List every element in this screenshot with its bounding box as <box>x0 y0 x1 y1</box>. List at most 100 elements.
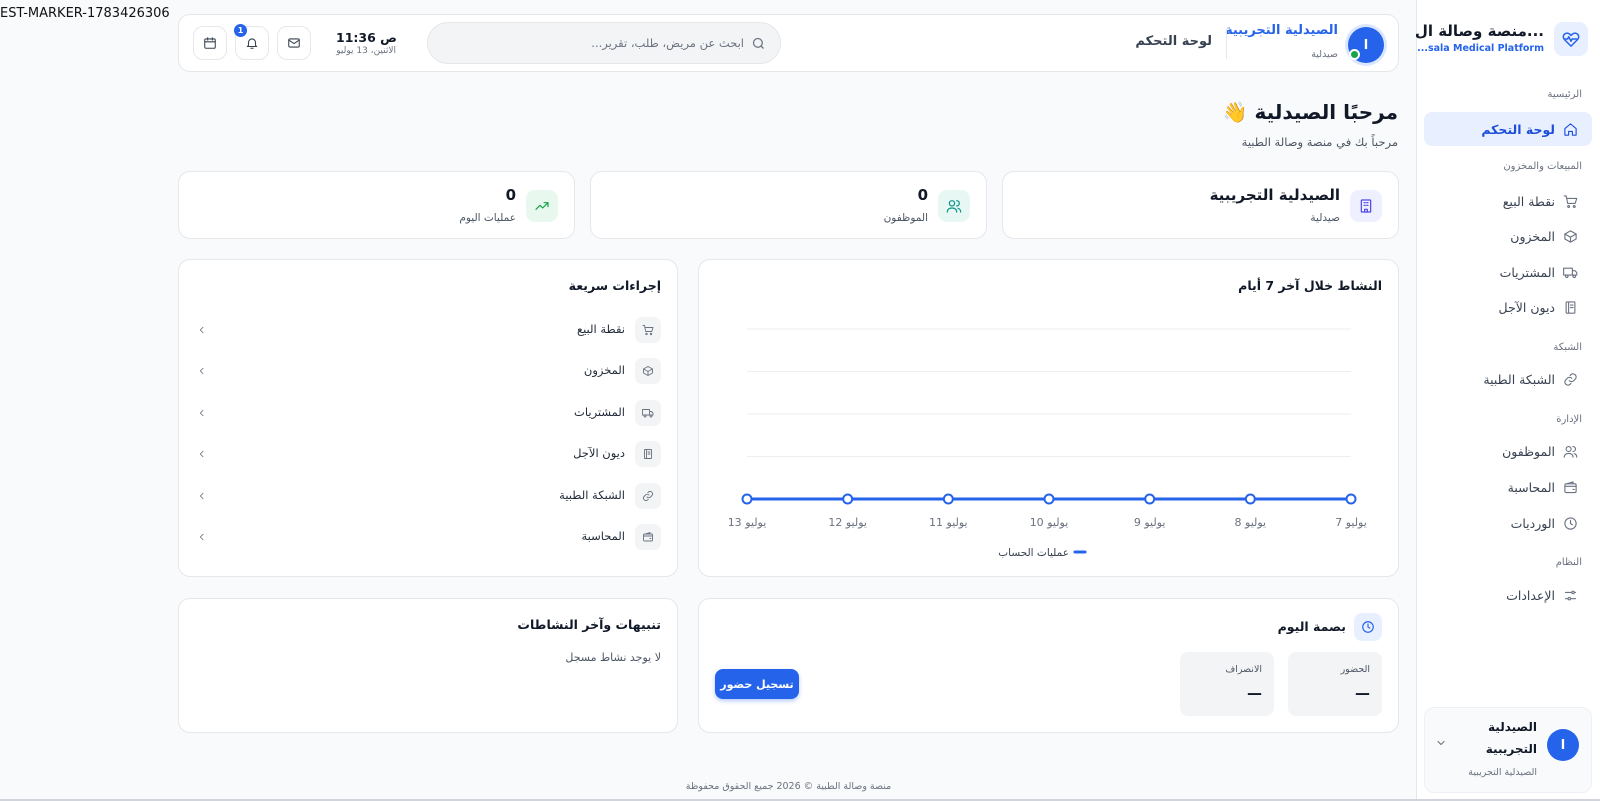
sidebar-item-employees[interactable]: الموظفون <box>1424 434 1592 468</box>
sidebar-item-label: نقطة البيع <box>1502 193 1555 209</box>
sidebar: منصة وصالة ال... ...sala Medical Platfor… <box>1415 0 1600 801</box>
calendar-button[interactable] <box>193 26 227 60</box>
box-icon <box>635 358 661 384</box>
sidebar-item-pos[interactable]: نقطة البيع <box>1424 184 1592 218</box>
chevron-left-icon <box>199 450 204 458</box>
search-input[interactable] <box>464 33 744 53</box>
stat-value: 0 <box>505 186 516 204</box>
check-in-button[interactable]: تسجيل حضور <box>715 669 799 699</box>
sidebar-item-inventory[interactable]: المخزون <box>1424 219 1592 253</box>
chart-point <box>1144 493 1156 505</box>
quick-action-pos[interactable]: نقطة البيع <box>197 315 661 345</box>
sidebar-item-purchases[interactable]: المشتريات <box>1424 255 1592 289</box>
messages-button[interactable] <box>277 26 311 60</box>
bell-icon <box>246 38 258 49</box>
users-icon <box>938 190 970 222</box>
calendar-icon <box>204 37 216 49</box>
ledger-icon <box>635 441 661 467</box>
sliders-icon <box>1564 590 1577 600</box>
chart-point <box>1043 493 1055 505</box>
divider <box>1226 29 1227 59</box>
stat-label: الموظفون <box>883 212 928 224</box>
chart-x-tick-label: 10 يوليو <box>1030 516 1069 529</box>
quick-action-label: نقطة البيع <box>576 322 625 336</box>
user-subtitle: الصيدلية التجريبية <box>1468 767 1537 778</box>
chart-point <box>942 493 954 505</box>
chevron-left-icon <box>199 533 204 541</box>
welcome-title: مرحبًا الصيدلية 👋 <box>1222 100 1398 124</box>
sidebar-item-settings[interactable]: الإعدادات <box>1424 578 1592 612</box>
brand-subtitle: ...sala Medical Platform <box>1417 43 1544 54</box>
welcome-subtitle: مرحباً بك في منصة وصالة الطبية <box>1241 135 1398 149</box>
user-name: الصيدلية التجريبية <box>1485 720 1537 756</box>
chart-x-tick-label: 8 يوليو <box>1235 516 1267 529</box>
chart-x-tick-label: 9 يوليو <box>1134 516 1166 529</box>
avatar: ا <box>1547 729 1579 761</box>
checkout-value: — <box>1247 684 1262 702</box>
quick-actions-title: إجراءات سريعة <box>568 278 661 293</box>
footer: منصة وصالة الطبية © 2026 جميع الحقوق محف… <box>685 781 892 792</box>
activity-card: تنبيهات وآخر النشاطات لا يوجد نشاط مسجل <box>178 598 678 733</box>
notifications-button[interactable]: 1 <box>234 24 269 60</box>
chevron-left-icon <box>199 326 204 334</box>
sidebar-item-credit[interactable]: ديون الآجل <box>1424 290 1592 324</box>
attendance-card: بصمة اليوم الحضور — الانصراف — تسجيل حضو… <box>698 598 1399 733</box>
clock-icon <box>1354 613 1382 641</box>
checkin-box: الحضور — <box>1288 652 1382 716</box>
checkout-label: الانصراف <box>1225 664 1262 675</box>
activity-chart-card: النشاط خلال آخر 7 أيام 7 يوليو 8 يوليو 9 ي… <box>698 259 1399 577</box>
wallet-icon <box>635 524 661 550</box>
stat-label: عمليات اليوم <box>459 212 516 224</box>
clock-icon <box>1564 516 1577 530</box>
quick-action-accounting[interactable]: المحاسبة <box>197 522 661 552</box>
sidebar-item-label: المحاسبة <box>1507 479 1555 495</box>
cart-icon <box>1563 194 1578 208</box>
stat-card-operations: 0 عمليات اليوم <box>178 171 575 239</box>
truck-icon <box>1563 267 1578 278</box>
stat-value: الصيدلية التجريبية <box>1209 186 1340 204</box>
sidebar-item-label: المخزون <box>1510 228 1555 244</box>
sidebar-item-shifts[interactable]: الورديات <box>1424 506 1592 540</box>
heart-pulse-icon <box>1554 22 1588 56</box>
user-menu[interactable]: ا الصيدلية التجريبية الصيدلية التجريبية <box>1424 707 1592 793</box>
sidebar-item-accounting[interactable]: المحاسبة <box>1424 470 1592 504</box>
top-header: ا الصيدلية التجريبية صيدلية لوحة التحكم … <box>178 14 1399 72</box>
truck-icon <box>635 400 661 426</box>
sidebar-item-label: المشتريات <box>1499 264 1555 280</box>
stat-card-pharmacy: الصيدلية التجريبية صيدلية <box>1002 171 1399 239</box>
users-icon <box>1563 445 1578 458</box>
brand[interactable]: منصة وصالة ال... ...sala Medical Platfor… <box>1415 20 1588 60</box>
sidebar-item-label: لوحة التحكم <box>1481 121 1555 137</box>
sidebar-item-label: الإعدادات <box>1506 587 1555 603</box>
stat-label: صيدلية <box>1310 212 1340 224</box>
chart-point <box>1244 493 1256 505</box>
sidebar-item-label: الموظفون <box>1502 443 1555 459</box>
link-icon <box>635 483 661 509</box>
attendance-title: بصمة اليوم <box>1277 619 1346 634</box>
sidebar-item-dashboard[interactable]: لوحة التحكم <box>1424 112 1592 146</box>
box-icon <box>1564 229 1577 243</box>
quick-action-label: الشبكة الطبية <box>559 488 625 502</box>
nav-section-system: النظام <box>1555 557 1582 568</box>
chart-x-tick-label: 11 يوليو <box>929 516 968 529</box>
notification-badge: 1 <box>234 24 247 37</box>
nav-section-admin: الإدارة <box>1556 414 1582 425</box>
quick-action-credit[interactable]: ديون الآجل <box>197 439 661 469</box>
quick-action-inventory[interactable]: المخزون <box>197 356 661 386</box>
search-box[interactable] <box>427 22 781 64</box>
stat-card-employees: 0 الموظفون <box>590 171 987 239</box>
quick-action-label: المخزون <box>583 363 625 377</box>
quick-actions-card: إجراءات سريعة نقطة البيع المخزون المشتري… <box>178 259 678 577</box>
chart-x-tick-label: 7 يوليو <box>1335 516 1367 529</box>
chevron-left-icon <box>199 492 204 500</box>
stat-value: 0 <box>917 186 928 204</box>
chart-legend-label: عمليات الحساب <box>998 547 1069 559</box>
quick-action-network[interactable]: الشبكة الطبية <box>197 481 661 511</box>
quick-action-purchases[interactable]: المشتريات <box>197 398 661 428</box>
chevron-left-icon <box>199 409 204 417</box>
header-user-role: صيدلية <box>1311 49 1338 60</box>
mail-icon <box>288 38 300 48</box>
clock-time: 11:36 ص <box>336 30 397 45</box>
sidebar-item-label: الشبكة الطبية <box>1483 371 1555 387</box>
sidebar-item-network[interactable]: الشبكة الطبية <box>1424 362 1592 396</box>
